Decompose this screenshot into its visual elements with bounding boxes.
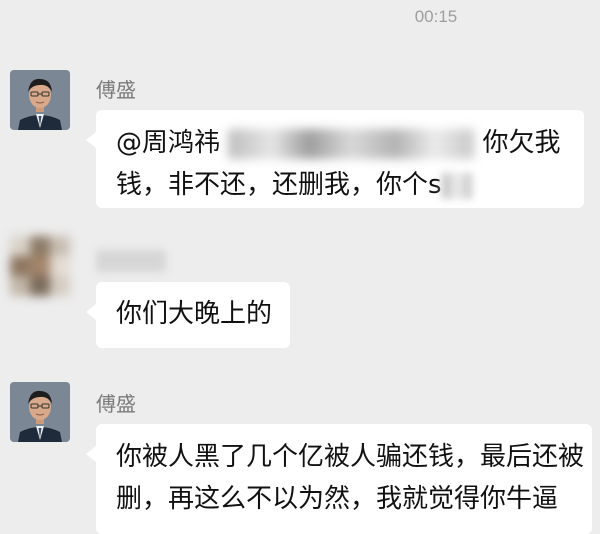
sender-avatar[interactable] [10, 382, 70, 442]
message-line: 你被人黑了几个亿被人骗还钱，最后还被 [116, 442, 585, 472]
message-bubble[interactable]: @周鸿祎 你欠我 钱，非不还，还删我，你个s [86, 110, 584, 208]
redacted-text [441, 172, 472, 199]
redacted-text [228, 128, 475, 159]
sender-name: 傅盛 [96, 78, 136, 102]
man-portrait-icon [10, 70, 70, 130]
message-line: @周鸿祎 你欠我 [116, 122, 564, 164]
sender-name [96, 250, 166, 272]
message-text: 钱，非不还，还删我，你个s [116, 170, 442, 200]
message-line: 钱，非不还，还删我，你个s [116, 164, 564, 206]
man-portrait-icon [10, 382, 70, 442]
message-bubble[interactable]: 你被人黑了几个亿被人骗还钱，最后还被 删，再这么不以为然，我就觉得你牛逼 [86, 424, 592, 534]
message-text: @周鸿祎 [116, 128, 229, 158]
sender-name: 傅盛 [96, 392, 136, 416]
message-timestamp: 00:15 [414, 7, 458, 26]
message-bubble[interactable]: 你们大晚上的 [86, 282, 290, 348]
message-text: 你们大晚上的 [116, 299, 273, 329]
sender-avatar[interactable] [10, 70, 70, 130]
message-line: 删，再这么不以为然，我就觉得你牛逼 [116, 484, 559, 514]
sender-avatar[interactable] [10, 236, 70, 296]
message-text: 你欠我 [474, 128, 561, 158]
blurred-avatar-icon [10, 236, 70, 296]
